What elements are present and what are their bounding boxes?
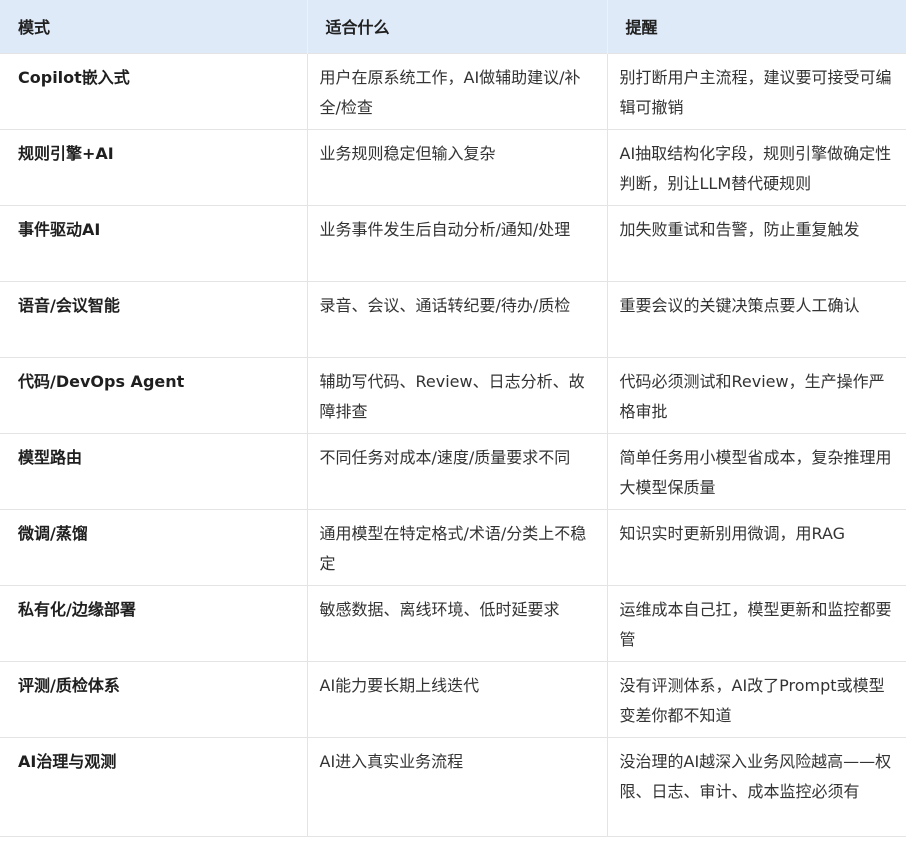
row-note: 没治理的AI越深入业务风险越高——权限、日志、审计、成本监控必须有 bbox=[606, 736, 906, 837]
table-header: 模式 适合什么 提醒 bbox=[0, 0, 906, 53]
row-note: 知识实时更新别用微调，用RAG bbox=[606, 508, 906, 585]
row-fit: 录音、会议、通话转纪要/待办/质检 bbox=[306, 280, 607, 357]
row-note: 别打断用户主流程，建议要可接受可编辑可撤销 bbox=[606, 52, 906, 129]
row-mode: 私有化/边缘部署 bbox=[0, 584, 307, 661]
table-row: 代码/DevOps Agent 辅助写代码、Review、日志分析、故障排查 代… bbox=[0, 356, 906, 433]
table-row: Copilot嵌入式 用户在原系统工作，AI做辅助建议/补全/检查 别打断用户主… bbox=[0, 52, 906, 129]
row-note: 没有评测体系，AI改了Prompt或模型变差你都不知道 bbox=[606, 660, 906, 737]
row-note: AI抽取结构化字段，规则引擎做确定性判断，别让LLM替代硬规则 bbox=[606, 128, 906, 205]
row-mode: 代码/DevOps Agent bbox=[0, 356, 307, 433]
table-row: AI治理与观测 AI进入真实业务流程 没治理的AI越深入业务风险越高——权限、日… bbox=[0, 736, 906, 837]
row-fit: 敏感数据、离线环境、低时延要求 bbox=[306, 584, 607, 661]
row-mode: 微调/蒸馏 bbox=[0, 508, 307, 585]
row-fit: 业务事件发生后自动分析/通知/处理 bbox=[306, 204, 607, 281]
header-row: 模式 适合什么 提醒 bbox=[0, 0, 906, 53]
row-mode: 评测/质检体系 bbox=[0, 660, 307, 737]
row-mode: AI治理与观测 bbox=[0, 736, 307, 837]
table-row: 私有化/边缘部署 敏感数据、离线环境、低时延要求 运维成本自己扛，模型更新和监控… bbox=[0, 584, 906, 661]
header-mode: 模式 bbox=[0, 0, 308, 53]
row-note: 重要会议的关键决策点要人工确认 bbox=[606, 280, 906, 357]
table-row: 微调/蒸馏 通用模型在特定格式/术语/分类上不稳定 知识实时更新别用微调，用RA… bbox=[0, 508, 906, 585]
page: 模式 适合什么 提醒 Copilot嵌入式 用户在原系统工作，AI做辅助建议/补… bbox=[0, 0, 913, 847]
row-fit: 通用模型在特定格式/术语/分类上不稳定 bbox=[306, 508, 607, 585]
row-mode: Copilot嵌入式 bbox=[0, 52, 307, 129]
row-mode: 语音/会议智能 bbox=[0, 280, 307, 357]
row-fit: AI能力要长期上线迭代 bbox=[306, 660, 607, 737]
table-body: Copilot嵌入式 用户在原系统工作，AI做辅助建议/补全/检查 别打断用户主… bbox=[0, 52, 906, 837]
table-row: 模型路由 不同任务对成本/速度/质量要求不同 简单任务用小模型省成本，复杂推理用… bbox=[0, 432, 906, 509]
header-fit: 适合什么 bbox=[307, 0, 608, 53]
header-note: 提醒 bbox=[625, 18, 658, 38]
row-fit: AI进入真实业务流程 bbox=[306, 736, 607, 837]
row-note: 加失败重试和告警，防止重复触发 bbox=[606, 204, 906, 281]
row-note: 简单任务用小模型省成本，复杂推理用大模型保质量 bbox=[606, 432, 906, 509]
table-row: 规则引擎+AI 业务规则稳定但输入复杂 AI抽取结构化字段，规则引擎做确定性判断… bbox=[0, 128, 906, 205]
table-row: 事件驱动AI 业务事件发生后自动分析/通知/处理 加失败重试和告警，防止重复触发 bbox=[0, 204, 906, 281]
row-mode: 事件驱动AI bbox=[0, 204, 307, 281]
row-mode: 模型路由 bbox=[0, 432, 307, 509]
row-mode: 规则引擎+AI bbox=[0, 128, 307, 205]
pattern-table: 模式 适合什么 提醒 Copilot嵌入式 用户在原系统工作，AI做辅助建议/补… bbox=[0, 0, 906, 837]
row-fit: 辅助写代码、Review、日志分析、故障排查 bbox=[306, 356, 607, 433]
row-fit: 用户在原系统工作，AI做辅助建议/补全/检查 bbox=[306, 52, 607, 129]
row-fit: 业务规则稳定但输入复杂 bbox=[306, 128, 607, 205]
table-row: 评测/质检体系 AI能力要长期上线迭代 没有评测体系，AI改了Prompt或模型… bbox=[0, 660, 906, 737]
row-fit: 不同任务对成本/速度/质量要求不同 bbox=[306, 432, 607, 509]
row-note: 代码必须测试和Review，生产操作严格审批 bbox=[606, 356, 906, 433]
table-row: 语音/会议智能 录音、会议、通话转纪要/待办/质检 重要会议的关键决策点要人工确… bbox=[0, 280, 906, 357]
row-note: 运维成本自己扛，模型更新和监控都要管 bbox=[606, 584, 906, 661]
